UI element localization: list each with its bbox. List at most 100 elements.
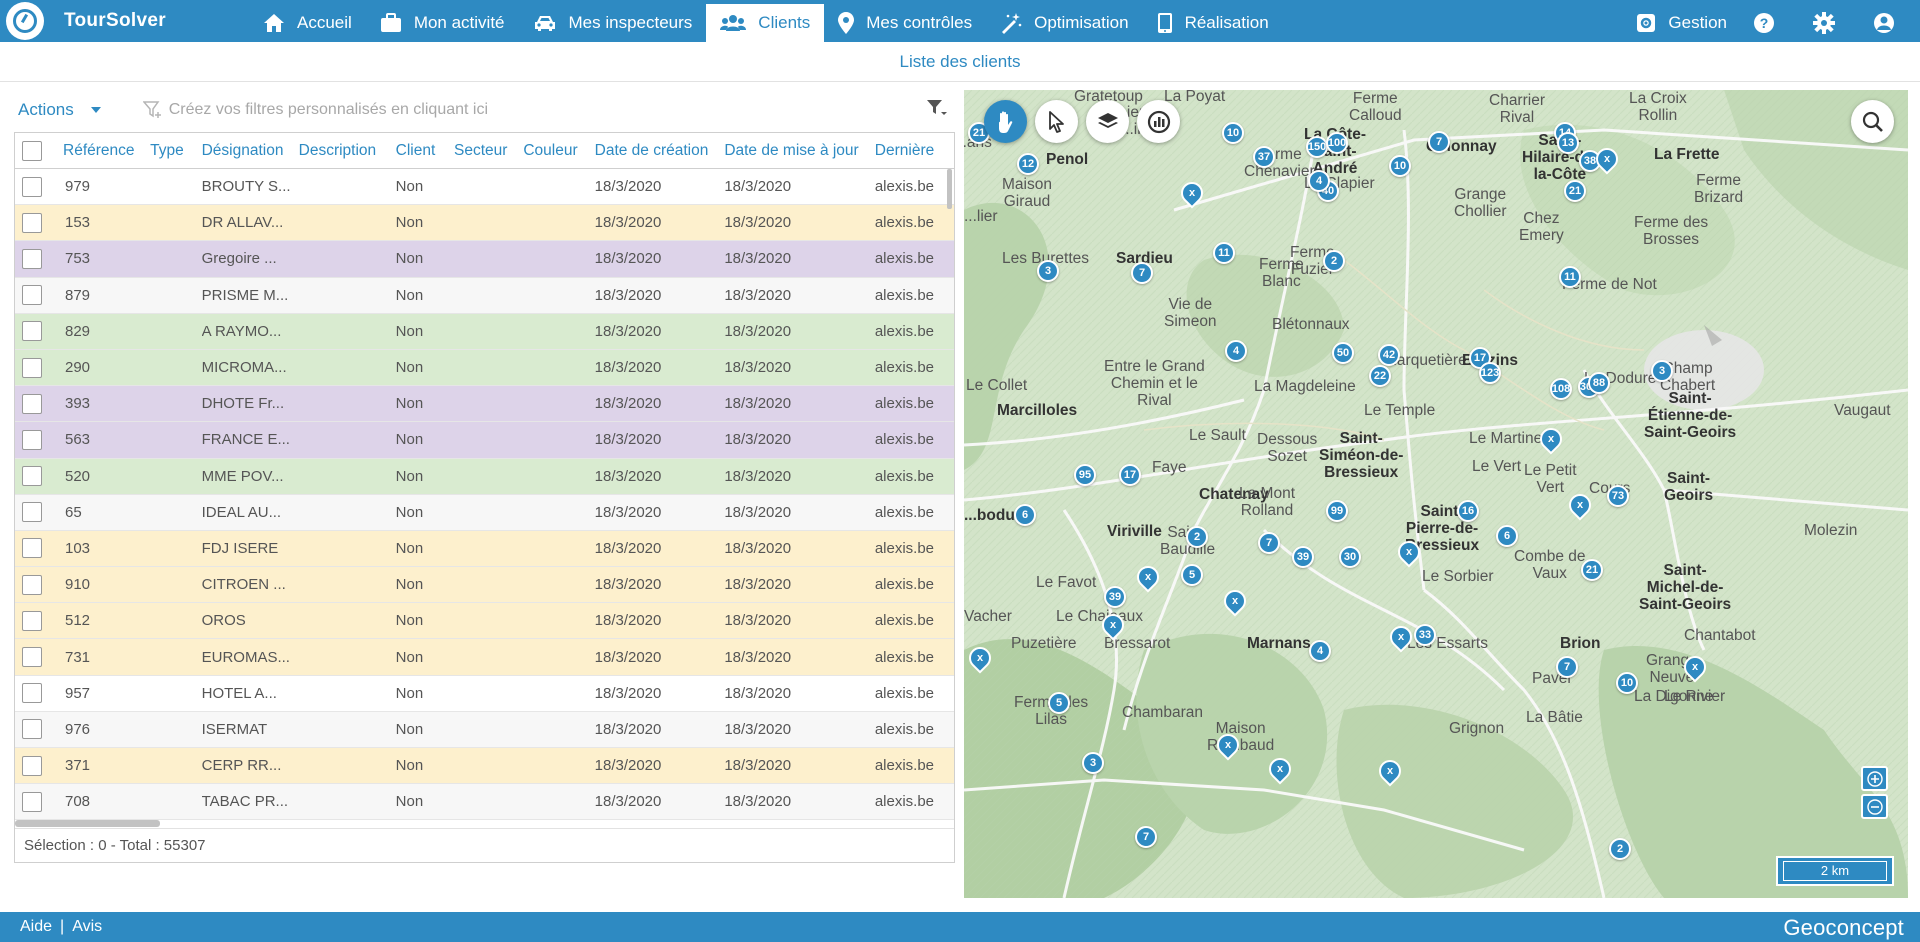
zoom-out-button[interactable] xyxy=(1861,794,1888,819)
table-row[interactable]: 393 DHOTE Fr... Non 18/3/2020 18/3/2020 alexi… xyxy=(15,386,954,423)
map-cluster-marker[interactable]: 2 xyxy=(1323,250,1345,272)
map-cluster-marker[interactable]: 16 xyxy=(1457,500,1479,522)
table-row[interactable]: 512 OROS Non 18/3/2020 18/3/2020 alexis.be xyxy=(15,603,954,640)
col-secteur[interactable]: Secteur xyxy=(454,142,523,160)
map-cluster-marker[interactable]: 42 xyxy=(1378,344,1400,366)
filter-menu-button[interactable] xyxy=(926,99,948,122)
table-row[interactable]: 103 FDJ ISERE Non 18/3/2020 18/3/2020 alexis.… xyxy=(15,530,954,568)
map-cluster-marker[interactable]: 2 xyxy=(1609,838,1631,860)
row-checkbox[interactable] xyxy=(22,248,42,269)
table-row[interactable]: 731 EUROMAS... Non 18/3/2020 18/3/2020 alexis… xyxy=(15,639,954,676)
map-cluster-marker[interactable]: 7 xyxy=(1258,532,1280,554)
row-checkbox[interactable] xyxy=(22,429,42,450)
actions-dropdown[interactable]: Actions xyxy=(18,100,101,120)
table-row[interactable]: 957 HOTEL A... Non 18/3/2020 18/3/2020 alexis… xyxy=(15,675,954,712)
map-cluster-marker[interactable]: 4 xyxy=(1225,340,1247,362)
row-checkbox[interactable] xyxy=(22,574,42,595)
table-row[interactable]: 910 CITROEN ... Non 18/3/2020 18/3/2020 alexi… xyxy=(15,567,954,604)
row-checkbox[interactable] xyxy=(22,466,42,487)
row-checkbox[interactable] xyxy=(22,357,42,378)
col-reference[interactable]: Référence xyxy=(63,142,150,160)
feedback-link[interactable]: Avis xyxy=(72,918,102,936)
row-checkbox[interactable] xyxy=(22,212,42,233)
map-cluster-marker[interactable]: 13 xyxy=(1557,132,1579,154)
col-type[interactable]: Type xyxy=(150,142,201,160)
col-description[interactable]: Description xyxy=(299,142,396,160)
col-date-maj[interactable]: Date de mise à jour xyxy=(724,142,874,160)
col-couleur[interactable]: Couleur xyxy=(523,142,594,160)
table-row[interactable]: 153 DR ALLAV... Non 18/3/2020 18/3/2020 alexi… xyxy=(15,205,954,242)
map-cluster-marker[interactable]: 2 xyxy=(1186,526,1208,548)
map-cluster-marker[interactable]: 5 xyxy=(1048,692,1070,714)
nav-optimisation[interactable]: Optimisation xyxy=(986,4,1142,42)
map-cluster-marker[interactable]: 39 xyxy=(1292,546,1314,568)
map-cluster-marker[interactable]: 7 xyxy=(1428,131,1450,153)
custom-filter-input[interactable]: Créez vos filtres personnalisés en cliqu… xyxy=(142,101,926,119)
row-checkbox[interactable] xyxy=(22,321,42,342)
map-cluster-marker[interactable]: 4 xyxy=(1309,640,1331,662)
settings-button[interactable] xyxy=(1800,4,1860,42)
nav-gestion[interactable]: Gestion xyxy=(1623,4,1740,42)
map-cluster-marker[interactable]: 5 xyxy=(1181,564,1203,586)
map-cluster-marker[interactable]: 33 xyxy=(1414,624,1436,646)
nav-mes-inspecteurs[interactable]: Mes inspecteurs xyxy=(519,4,707,42)
row-checkbox[interactable] xyxy=(22,791,42,812)
table-row[interactable]: 753 Gregoire ... Non 18/3/2020 18/3/2020 alex… xyxy=(15,241,954,278)
map-cluster-marker[interactable]: 50 xyxy=(1332,342,1354,364)
nav-realisation[interactable]: Réalisation xyxy=(1143,4,1283,42)
map-cluster-marker[interactable]: 7 xyxy=(1556,656,1578,678)
map-cluster-marker[interactable]: 7 xyxy=(1135,826,1157,848)
row-checkbox[interactable] xyxy=(22,719,42,740)
row-checkbox[interactable] xyxy=(22,176,42,197)
help-button[interactable]: ? xyxy=(1740,4,1800,42)
table-row[interactable]: 520 MME POV... Non 18/3/2020 18/3/2020 alexis… xyxy=(15,458,954,495)
table-row[interactable]: 708 TABAC PR... Non 18/3/2020 18/3/2020 alexi… xyxy=(15,784,954,821)
map-cluster-marker[interactable]: 11 xyxy=(1213,242,1235,264)
row-checkbox[interactable] xyxy=(22,502,42,523)
row-checkbox[interactable] xyxy=(22,393,42,414)
map-cluster-marker[interactable]: 3 xyxy=(1651,360,1673,382)
select-tool-button[interactable] xyxy=(1035,100,1078,143)
nav-accueil[interactable]: Accueil xyxy=(249,4,366,42)
map-cluster-marker[interactable]: 6 xyxy=(1014,504,1036,526)
map-cluster-marker[interactable]: 12 xyxy=(1017,153,1039,175)
row-checkbox[interactable] xyxy=(22,683,42,704)
user-account-button[interactable] xyxy=(1860,4,1920,42)
row-checkbox[interactable] xyxy=(22,285,42,306)
map-cluster-marker[interactable]: 22 xyxy=(1369,365,1391,387)
col-derniere[interactable]: Dernière xyxy=(875,142,954,160)
nav-mon-activite[interactable]: Mon activité xyxy=(366,4,519,42)
map-cluster-marker[interactable]: 108 xyxy=(1550,378,1572,400)
row-checkbox[interactable] xyxy=(22,610,42,631)
table-row[interactable]: 829 A RAYMO... Non 18/3/2020 18/3/2020 alexis… xyxy=(15,313,954,350)
map-cluster-marker[interactable]: 88 xyxy=(1588,372,1610,394)
app-logo[interactable]: TourSolver xyxy=(6,2,166,40)
map-cluster-marker[interactable]: 123 xyxy=(1479,362,1501,384)
layers-tool-button[interactable] xyxy=(1086,100,1129,143)
map-cluster-marker[interactable]: 21 xyxy=(1564,180,1586,202)
table-row[interactable]: 879 PRISME M... Non 18/3/2020 18/3/2020 alexi… xyxy=(15,277,954,314)
nav-mes-controles[interactable]: Mes contrôles xyxy=(824,4,986,42)
row-checkbox[interactable] xyxy=(22,647,42,668)
map-cluster-marker[interactable]: 99 xyxy=(1326,500,1348,522)
map-cluster-marker[interactable]: 4 xyxy=(1308,170,1330,192)
table-row[interactable]: 979 BROUTY S... Non 18/3/2020 18/3/2020 alexi… xyxy=(15,169,954,206)
map-view[interactable]: Gratetoup La Poyat Ferme Calloud Charrier R… xyxy=(964,90,1908,898)
table-row[interactable]: 563 FRANCE E... Non 18/3/2020 18/3/2020 alexi… xyxy=(15,422,954,459)
pan-tool-button[interactable] xyxy=(984,100,1027,143)
map-cluster-marker[interactable]: 150 xyxy=(1306,136,1328,158)
map-cluster-marker[interactable]: 73 xyxy=(1607,485,1629,507)
table-row[interactable]: 371 CERP RR... Non 18/3/2020 18/3/2020 alexis… xyxy=(15,748,954,785)
table-row[interactable]: 65 IDEAL AU... Non 18/3/2020 18/3/2020 alexis… xyxy=(15,494,954,531)
map-cluster-marker[interactable]: 100 xyxy=(1326,132,1348,154)
map-cluster-marker[interactable]: 30 xyxy=(1339,546,1361,568)
map-cluster-marker[interactable]: 21 xyxy=(1581,559,1603,581)
map-cluster-marker[interactable]: 3 xyxy=(1082,752,1104,774)
nav-clients[interactable]: Clients xyxy=(706,4,825,42)
help-link[interactable]: Aide xyxy=(20,918,52,936)
select-all-checkbox[interactable] xyxy=(22,140,42,161)
map-cluster-marker[interactable]: 37 xyxy=(1253,146,1275,168)
col-date-creation[interactable]: Date de création xyxy=(595,142,725,160)
row-checkbox[interactable] xyxy=(22,538,42,559)
map-cluster-marker[interactable]: 7 xyxy=(1131,262,1153,284)
